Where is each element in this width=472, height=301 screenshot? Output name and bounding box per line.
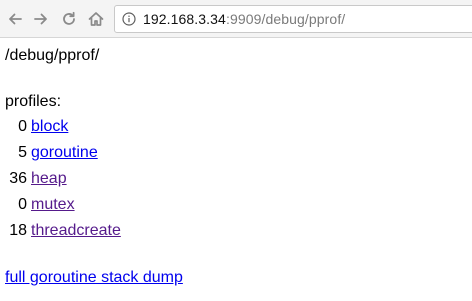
forward-button[interactable] — [31, 9, 51, 29]
url-path: :9909/debug/pprof/ — [225, 11, 346, 27]
profile-row-goroutine: 5 goroutine — [5, 144, 305, 164]
arrow-left-icon — [9, 13, 22, 25]
profile-row-mutex: 0 mutex — [5, 196, 305, 216]
profile-row-block: 0 block — [5, 118, 305, 138]
url-host: 192.168.3.34 — [143, 11, 226, 27]
browser-toolbar: 192.168.3.34:9909/debug/pprof/ — [0, 0, 472, 38]
profile-link-threadcreate[interactable]: threadcreate — [31, 222, 121, 240]
profile-row-threadcreate: 18 threadcreate — [5, 222, 305, 242]
profile-count: 0 — [18, 118, 27, 135]
profiles-label: profiles: — [5, 93, 62, 110]
full-goroutine-dump-link[interactable]: full goroutine stack dump — [5, 269, 183, 287]
arrow-right-icon — [34, 13, 47, 25]
url-text[interactable]: 192.168.3.34:9909/debug/pprof/ — [143, 11, 345, 27]
address-bar[interactable]: 192.168.3.34:9909/debug/pprof/ — [114, 5, 472, 33]
profile-link-mutex[interactable]: mutex — [31, 196, 75, 214]
back-button[interactable] — [5, 9, 25, 29]
profile-count: 36 — [9, 170, 27, 187]
profile-link-block[interactable]: block — [31, 118, 68, 136]
profile-row-heap: 36 heap — [5, 170, 305, 190]
info-circle-icon[interactable] — [121, 11, 137, 27]
reload-icon — [63, 11, 75, 25]
home-icon — [88, 12, 104, 26]
reload-button[interactable] — [59, 9, 79, 29]
home-button[interactable] — [86, 9, 106, 29]
profile-count: 0 — [18, 196, 27, 213]
page-title: /debug/pprof/ — [5, 47, 100, 64]
profile-link-heap[interactable]: heap — [31, 170, 67, 188]
profile-link-goroutine[interactable]: goroutine — [31, 144, 98, 162]
profile-count: 18 — [9, 222, 27, 239]
profile-count: 5 — [18, 144, 27, 161]
